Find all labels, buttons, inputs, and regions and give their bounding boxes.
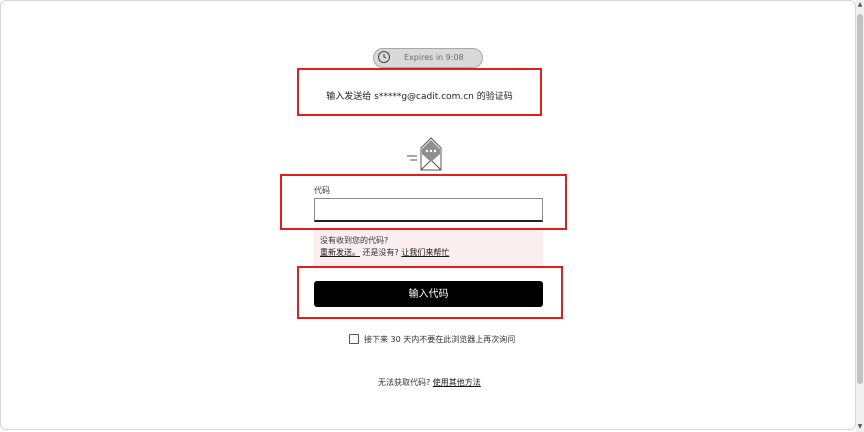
expiry-timer: Expires in 9:08 xyxy=(373,48,483,68)
clock-icon xyxy=(378,51,390,63)
instruction-text: 输入发送给 s*****g@cadit.com.cn 的验证码 xyxy=(326,92,513,102)
remember-device-label[interactable]: 接下来 30 天内不要在此浏览器上再次询问 xyxy=(364,334,515,345)
expiry-timer-text: Expires in 9:08 xyxy=(404,53,464,62)
help-question: 没有收到您的代码? xyxy=(320,236,389,245)
submit-code-button[interactable]: 输入代码 xyxy=(314,281,543,307)
vertical-scrollbar[interactable]: ▲ ▼ xyxy=(856,0,864,432)
page-container: Expires in 9:08 输入发送给 s*****g@cadit.com.… xyxy=(0,0,856,430)
get-help-link[interactable]: 让我们来帮忙 xyxy=(401,248,449,257)
scrollbar-thumb[interactable] xyxy=(857,14,863,384)
code-input[interactable] xyxy=(314,198,543,222)
envelope-with-message-icon xyxy=(407,137,442,171)
help-actions: 重新发送。 还是没有? 让我们来帮忙 xyxy=(320,247,449,258)
scroll-up-arrow-icon[interactable]: ▲ xyxy=(856,0,864,10)
resend-code-link[interactable]: 重新发送。 xyxy=(320,248,360,257)
alternative-method-row: 无法获取代码? 使用其他方法 xyxy=(378,377,481,388)
remember-device-checkbox[interactable] xyxy=(349,334,359,344)
help-panel: 没有收到您的代码? 重新发送。 还是没有? 让我们来帮忙 xyxy=(314,230,543,266)
use-other-method-link[interactable]: 使用其他方法 xyxy=(433,378,481,387)
alternative-prompt: 无法获取代码? xyxy=(378,378,431,387)
help-middle-text: 还是没有? xyxy=(362,248,399,257)
scroll-down-arrow-icon[interactable]: ▼ xyxy=(856,422,864,432)
code-label: 代码 xyxy=(314,186,330,195)
